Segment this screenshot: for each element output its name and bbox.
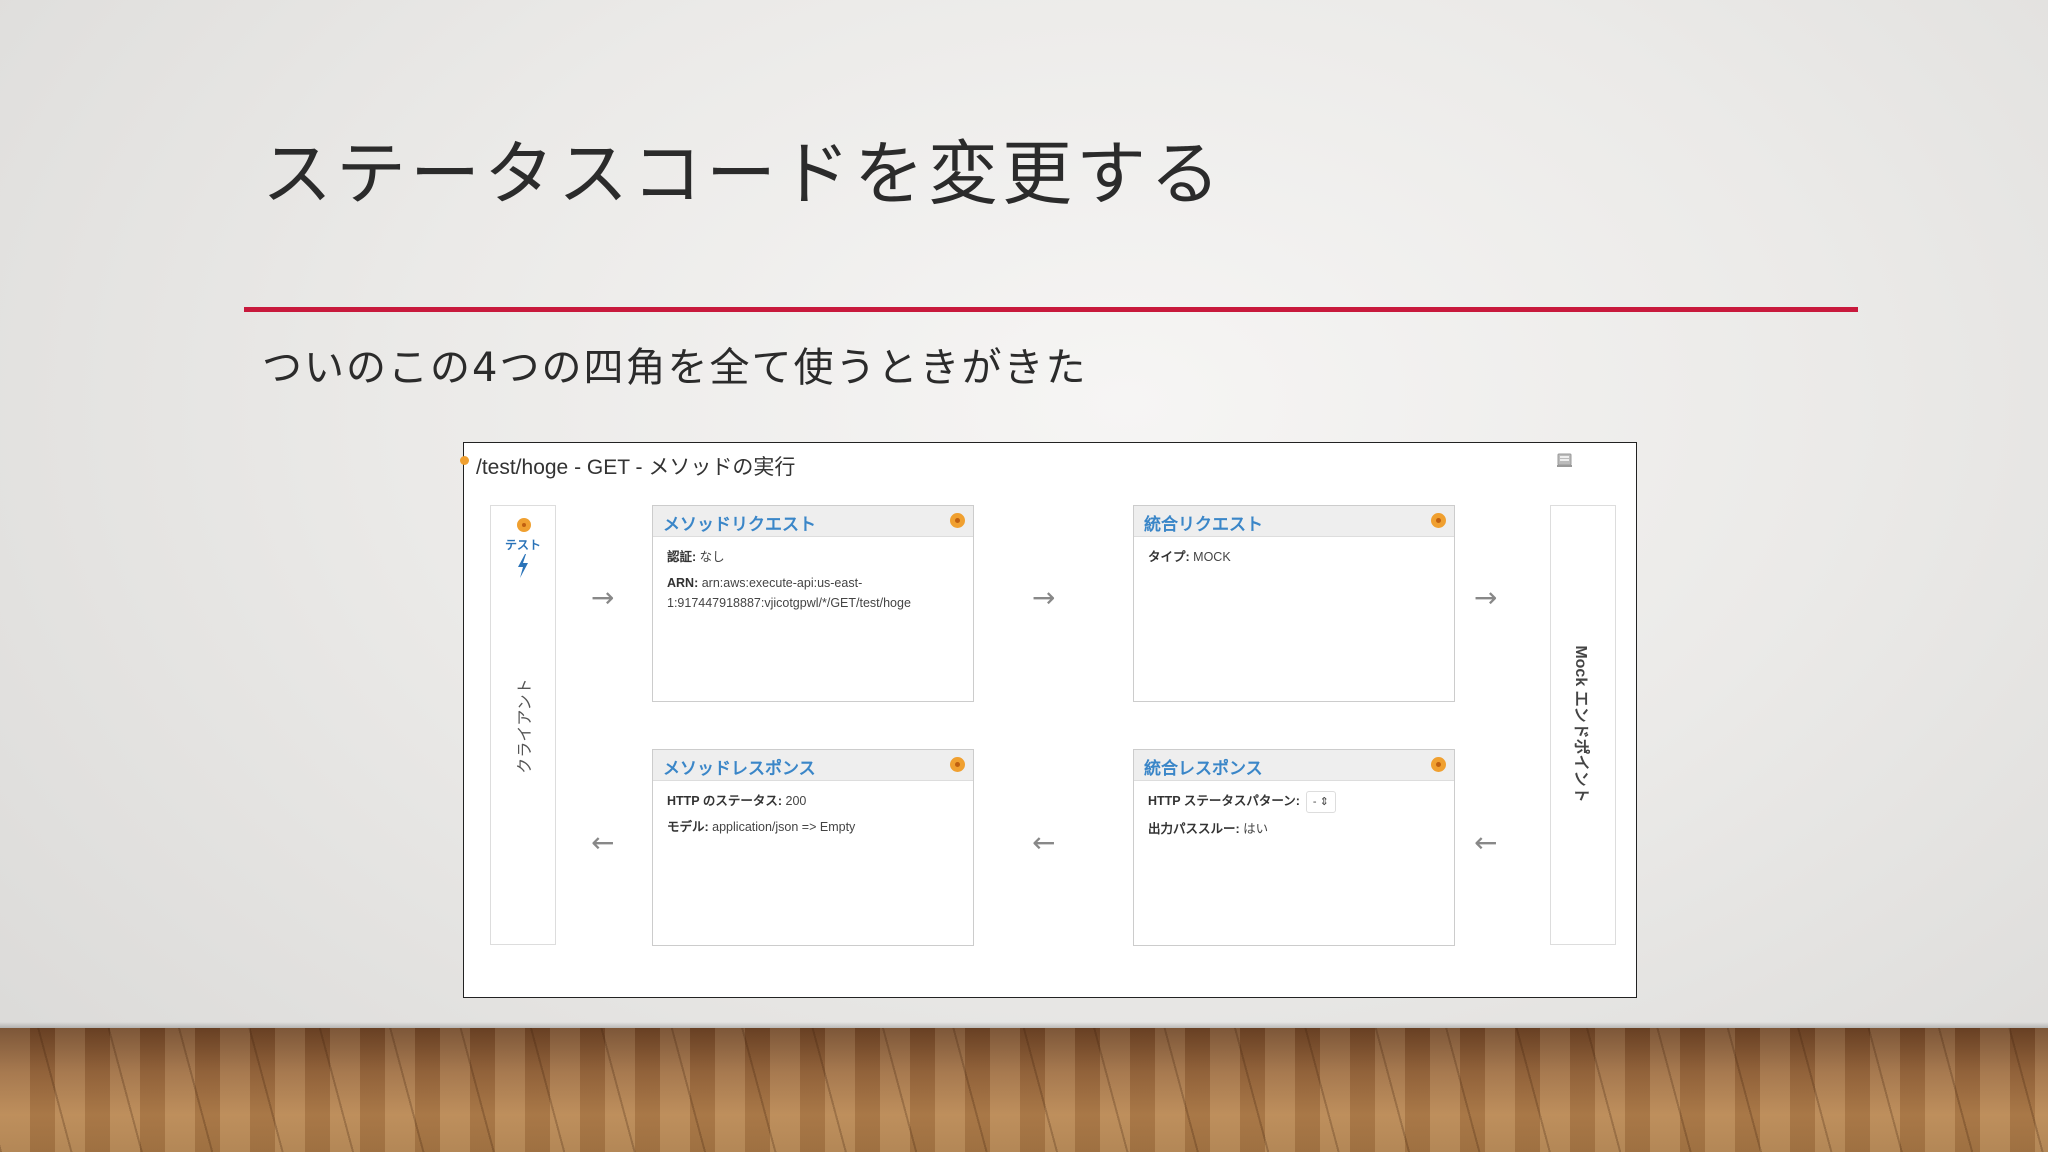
arrow-left-icon: ← bbox=[1474, 826, 1498, 859]
type-key: タイプ: bbox=[1148, 550, 1190, 564]
header-dot-icon bbox=[460, 456, 469, 465]
integration-response-header[interactable]: 統合レスポンス bbox=[1134, 750, 1454, 781]
model-value: application/json => Empty bbox=[712, 820, 856, 834]
passthrough-key: 出力パススルー: bbox=[1148, 822, 1240, 836]
test-link[interactable]: テスト bbox=[491, 536, 555, 553]
wooden-floor bbox=[0, 1028, 2048, 1152]
api-gateway-screenshot: /test/hoge - GET - メソッドの実行 テスト クライアント Mo… bbox=[460, 442, 1637, 998]
method-request-box[interactable]: メソッドリクエスト 認証: なし ARN: arn:aws:execute-ap… bbox=[652, 505, 974, 702]
status-pattern-select[interactable]: - ⇕ bbox=[1305, 791, 1336, 813]
pattern-key: HTTP ステータスパターン: bbox=[1148, 794, 1300, 808]
settings-dot-icon bbox=[1431, 757, 1446, 772]
settings-dot-icon bbox=[950, 513, 965, 528]
status-value: 200 bbox=[785, 794, 807, 808]
lightning-icon[interactable] bbox=[516, 554, 530, 578]
arn-value-line1: arn:aws:execute-api:us-east- bbox=[701, 576, 863, 590]
passthrough-value: はい bbox=[1243, 822, 1269, 836]
client-label: クライアント bbox=[517, 678, 534, 774]
title-divider bbox=[244, 307, 1858, 312]
method-response-box[interactable]: メソッドレスポンス HTTP のステータス: 200 モデル: applicat… bbox=[652, 749, 974, 946]
endpoint-label: Mock エンドポイント bbox=[1572, 645, 1589, 803]
test-dot-icon bbox=[517, 518, 531, 532]
method-request-header[interactable]: メソッドリクエスト bbox=[653, 506, 973, 537]
client-column[interactable]: テスト クライアント bbox=[490, 505, 556, 945]
arrow-left-icon: ← bbox=[1032, 826, 1056, 859]
book-icon[interactable] bbox=[1556, 453, 1574, 468]
endpoint-column[interactable]: Mock エンドポイント bbox=[1550, 505, 1616, 945]
method-response-header[interactable]: メソッドレスポンス bbox=[653, 750, 973, 781]
integration-request-title[interactable]: 統合リクエスト bbox=[1144, 510, 1263, 535]
slide-title: ステータスコードを変更する bbox=[262, 133, 1224, 215]
integration-response-title[interactable]: 統合レスポンス bbox=[1144, 754, 1263, 779]
auth-value: なし bbox=[699, 550, 725, 564]
type-value: MOCK bbox=[1193, 550, 1231, 564]
arrow-left-icon: ← bbox=[591, 826, 615, 859]
arrow-right-icon: → bbox=[1474, 581, 1498, 614]
integration-response-box[interactable]: 統合レスポンス HTTP ステータスパターン: - ⇕ 出力パススルー: はい bbox=[1133, 749, 1455, 946]
model-key: モデル: bbox=[667, 820, 709, 834]
integration-request-header[interactable]: 統合リクエスト bbox=[1134, 506, 1454, 537]
arrow-right-icon: → bbox=[1032, 581, 1056, 614]
auth-key: 認証: bbox=[667, 550, 697, 564]
settings-dot-icon bbox=[1431, 513, 1446, 528]
arn-key: ARN: bbox=[667, 576, 699, 590]
status-key: HTTP のステータス: bbox=[667, 794, 783, 808]
resource-path: /test/hoge - GET - メソッドの実行 bbox=[476, 456, 796, 479]
slide-subtitle: ついのこの4つの四角を全て使うときがきた bbox=[262, 345, 1088, 391]
panel-header: /test/hoge - GET - メソッドの実行 bbox=[460, 443, 1636, 483]
arn-value-line2: 1:917447918887:vjicotgpwl/*/GET/test/hog… bbox=[667, 596, 911, 610]
integration-request-box[interactable]: 統合リクエスト タイプ: MOCK bbox=[1133, 505, 1455, 702]
method-response-title[interactable]: メソッドレスポンス bbox=[663, 754, 816, 779]
settings-dot-icon bbox=[950, 757, 965, 772]
method-request-title[interactable]: メソッドリクエスト bbox=[663, 510, 816, 535]
arrow-right-icon: → bbox=[591, 581, 615, 614]
